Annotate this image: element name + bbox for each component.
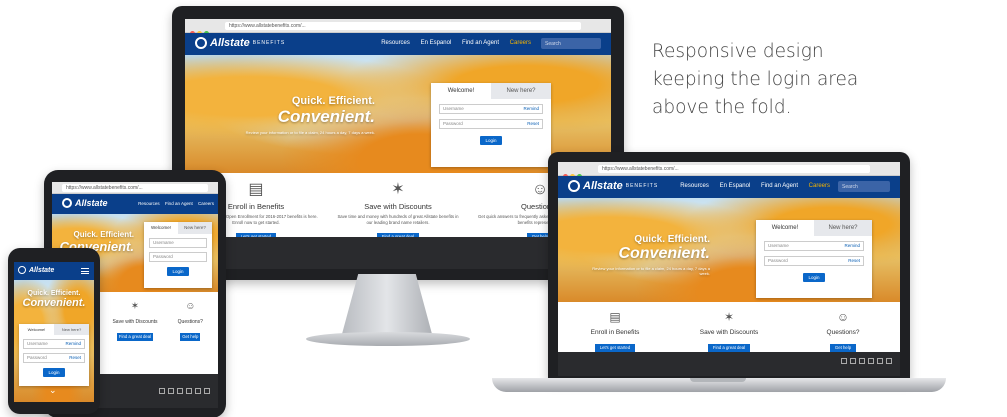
allstate-logo[interactable]: Allstate BENEFITS (568, 180, 658, 192)
site-header: Allstate BENEFITS Resources En Espanol Fi… (558, 176, 900, 198)
tab-welcome[interactable]: Welcome! (431, 83, 491, 99)
password-field[interactable]: Password Reset (23, 353, 85, 363)
feature-discounts: ✶ Save with Discounts Save time and mone… (334, 181, 462, 243)
document-icon: ▤ (609, 310, 621, 324)
login-panel: Welcome! New here? Username Remind Passwo… (19, 324, 89, 386)
social-icons (156, 388, 210, 395)
search-input[interactable]: Search (541, 38, 601, 49)
hero-headline: Quick. Efficient. Convenient. Review you… (245, 95, 375, 135)
username-field[interactable]: Username Remind (23, 339, 85, 349)
tab-welcome[interactable]: Welcome! (756, 220, 814, 236)
site-header: Allstate BENEFITS Resources En Espanol Fi… (185, 33, 611, 55)
site-header: Allstate Resources Find an Agent Careers (52, 194, 218, 214)
password-field[interactable]: Password (149, 252, 207, 262)
login-panel: Welcome! New here? Username Remind Passwo… (756, 220, 872, 298)
get-help-button[interactable]: Get help (829, 344, 857, 352)
hero-headline: Quick. Efficient. Convenient. (22, 290, 86, 309)
tab-new-here[interactable]: New here? (54, 324, 89, 335)
tab-new-here[interactable]: New here? (178, 222, 212, 234)
chat-icon: ☺ (185, 301, 196, 312)
laptop-screen: https://www.allstatebenefits.com/... All… (558, 162, 900, 376)
login-panel: Welcome! New here? Username Remind Passwo… (431, 83, 551, 167)
hero-headline: Quick. Efficient. Convenient. Review you… (592, 234, 710, 276)
allstate-logo[interactable]: Allstate BENEFITS (195, 37, 285, 49)
nav-resources[interactable]: Resources (680, 183, 709, 189)
username-field[interactable]: Username (149, 238, 207, 248)
main-nav: Resources En Espanol Find an Agent Caree… (372, 40, 531, 46)
feature-questions: ☺ Questions? Get help (792, 308, 895, 354)
allstate-logo[interactable]: Allstate (18, 266, 54, 274)
chat-icon: ☺ (836, 310, 850, 324)
features-row: ▤ Enroll in Benefits Let's get started ✶… (558, 302, 900, 354)
nav-en-espanol[interactable]: En Espanol (720, 183, 751, 189)
find-deal-button[interactable]: Find a great deal (116, 333, 154, 341)
nav-find-agent[interactable]: Find an Agent (462, 40, 499, 46)
login-panel: Welcome! New here? Username Password Log… (144, 222, 212, 288)
nav-find-agent[interactable]: Find an Agent (761, 183, 798, 189)
login-button[interactable]: Login (803, 273, 825, 282)
laptop: https://www.allstatebenefits.com/... All… (548, 152, 910, 380)
site-header: Allstate (14, 262, 94, 280)
nav-careers[interactable]: Careers (510, 40, 531, 46)
login-button[interactable]: Login (480, 136, 502, 145)
laptop-notch (690, 378, 746, 382)
hero-banner: Quick. Efficient. Convenient. Review you… (558, 198, 900, 302)
browser-chrome: https://www.allstatebenefits.com/... (185, 19, 611, 36)
nav-find-agent[interactable]: Find an Agent (165, 201, 193, 206)
main-nav: Resources En Espanol Find an Agent Caree… (671, 183, 830, 189)
nav-resources[interactable]: Resources (138, 201, 160, 206)
tab-welcome[interactable]: Welcome! (19, 324, 54, 335)
nav-en-espanol[interactable]: En Espanol (421, 40, 452, 46)
feature-questions: ☺ Questions? Get help (165, 298, 215, 343)
feature-discounts: ✶ Save with Discounts Find a great deal (678, 308, 781, 354)
address-bar[interactable]: https://www.allstatebenefits.com/... (62, 184, 208, 192)
login-button[interactable]: Login (167, 267, 189, 276)
address-bar[interactable]: https://www.allstatebenefits.com/... (225, 22, 581, 30)
username-field[interactable]: Username Remind (439, 104, 543, 114)
allstate-logo[interactable]: Allstate (62, 198, 108, 208)
phone: Allstate Quick. Efficient. Convenient. W… (8, 248, 100, 414)
social-icons (838, 358, 892, 365)
chevron-down-icon[interactable]: ⌄ (49, 385, 57, 396)
hero-banner: Quick. Efficient. Convenient. Welcome! N… (14, 280, 94, 402)
password-field[interactable]: Password Reset (439, 119, 543, 129)
nav-careers[interactable]: Careers (198, 201, 214, 206)
phone-screen: Allstate Quick. Efficient. Convenient. W… (14, 262, 94, 402)
login-button[interactable]: Login (43, 368, 65, 377)
search-input[interactable]: Search (838, 181, 890, 192)
monitor-base (306, 332, 470, 346)
site-footer (558, 352, 900, 376)
network-icon: ✶ (391, 181, 405, 198)
nav-careers[interactable]: Careers (809, 183, 830, 189)
tab-welcome[interactable]: Welcome! (144, 222, 178, 234)
main-nav: Resources Find an Agent Careers (134, 201, 214, 206)
tab-new-here[interactable]: New here? (491, 83, 551, 99)
get-help-button[interactable]: Get help (180, 333, 201, 341)
network-icon: ✶ (723, 310, 735, 324)
network-icon: ✶ (130, 301, 140, 312)
monitor-stand (342, 274, 432, 334)
tab-new-here[interactable]: New here? (814, 220, 872, 236)
password-field[interactable]: Password Reset (764, 256, 864, 266)
feature-enroll: ▤ Enroll in Benefits Let's get started (564, 308, 667, 354)
feature-discounts: ✶ Save with Discounts Find a great deal (110, 298, 160, 343)
hero-banner: Quick. Efficient. Convenient. Review you… (185, 55, 611, 173)
hamburger-menu-icon[interactable] (81, 268, 89, 274)
caption-text: Responsive design keeping the login area… (652, 41, 859, 118)
username-field[interactable]: Username Remind (764, 241, 864, 251)
find-deal-button[interactable]: Find a great deal (707, 344, 751, 352)
address-bar[interactable]: https://www.allstatebenefits.com/... (598, 165, 870, 173)
lets-get-started-button[interactable]: Let's get started (594, 344, 636, 352)
nav-resources[interactable]: Resources (381, 40, 410, 46)
